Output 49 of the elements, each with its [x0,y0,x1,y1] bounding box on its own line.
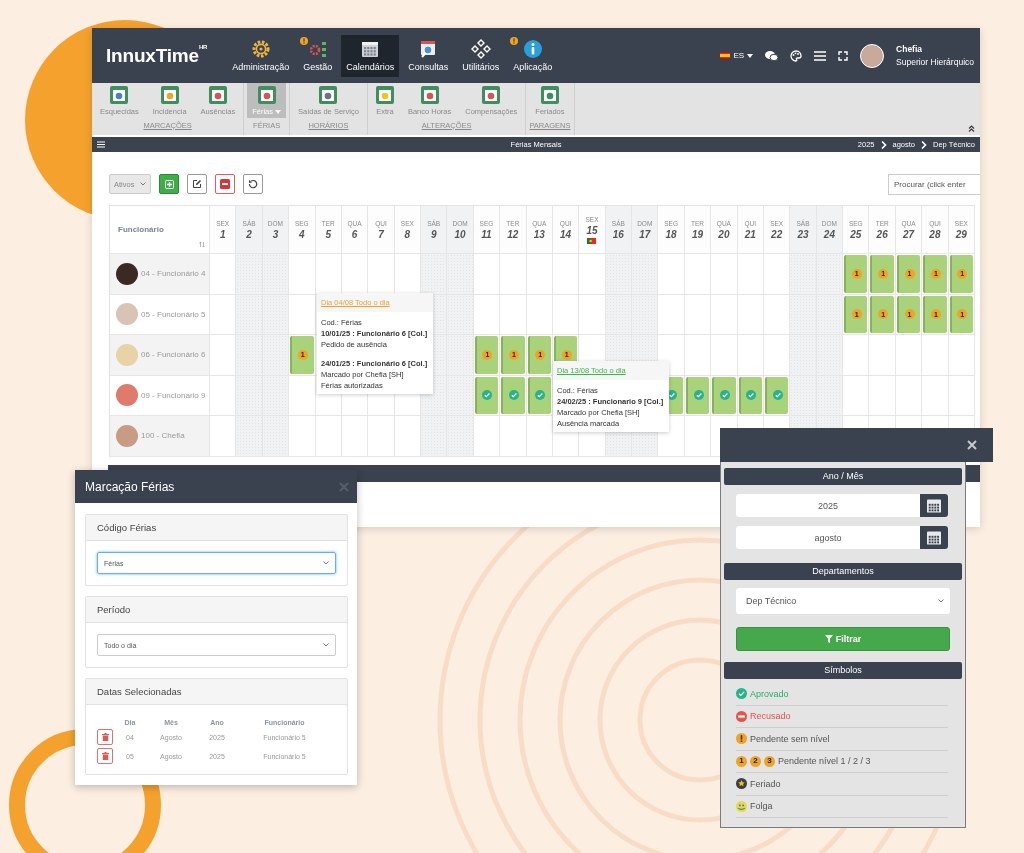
day-number: 1 [219,228,226,240]
level-badge: 1 [736,755,747,767]
day-number: 22 [771,228,783,240]
day-number: 24 [823,228,835,240]
day-number: 8 [404,228,411,240]
section-header: Ano / Mês [724,468,962,485]
column-header: Funcionário [118,225,164,234]
day-number: 7 [378,228,384,240]
legend-label: Feriado [750,778,781,789]
day-number: 27 [903,228,915,240]
legend-label: Aprovado [750,688,789,699]
level-badge: 3 [764,755,775,767]
section-header: Datas Selecionadas [86,679,347,705]
day-number: 28 [929,228,941,240]
day-number: 2 [246,228,252,240]
section-header: Símbolos [724,662,962,679]
day-number: 6 [351,228,358,240]
day-number: 3 [272,228,279,240]
legend-label: Folga [750,801,773,812]
day-number: 17 [639,228,651,240]
legend-label: Recusado [750,711,791,722]
day-number: 20 [718,228,730,240]
day-number: 18 [665,228,677,240]
day-number: 23 [797,228,809,240]
section-header: Departamentos [724,563,962,580]
day-number: 4 [299,228,305,240]
section-header: Código Férias [86,515,347,541]
day-number: 11 [481,228,492,240]
day-number: 25 [850,228,862,240]
day-number: 19 [691,228,704,240]
day-number: 29 [955,228,967,240]
day-number: 21 [744,228,756,240]
day-number: 15 [586,224,598,236]
day-number: 16 [612,228,624,240]
day-number: 10 [454,228,466,240]
app-logo: InnuxTime$^{HR}$ [106,44,208,67]
section-header: Período [86,597,347,623]
day-number: 5 [325,228,331,240]
day-number: 14 [560,228,572,240]
day-number: 13 [533,228,545,240]
legend-label: Pendente nível 1 / 2 / 3 [778,756,871,767]
user-name: Chefia [896,44,924,54]
legend-label: Pendente sem nível [750,733,830,744]
dialog-title: Marcação Férias [85,479,175,494]
day-number: 26 [876,228,888,240]
user-role: Superior Hierárquico [896,57,974,67]
day-number: 12 [507,228,519,240]
level-badge: 2 [750,755,761,767]
day-number: 9 [430,228,437,240]
